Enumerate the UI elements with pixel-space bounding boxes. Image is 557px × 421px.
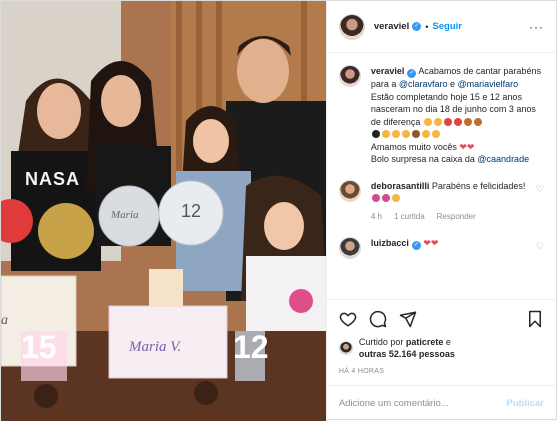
share-icon[interactable] (399, 310, 417, 328)
heart-emoji-icon: ❤❤ (423, 238, 439, 248)
cake-name: Maria V. (129, 339, 182, 355)
author-username[interactable]: veraviel (374, 21, 409, 32)
emoji-icon (391, 130, 400, 138)
more-icon[interactable]: ··· (529, 20, 544, 34)
emoji-icon (411, 130, 420, 138)
action-icons (339, 308, 544, 330)
candle-12: 12 (233, 329, 269, 365)
commenter-avatar[interactable] (338, 179, 361, 202)
cake-emoji-icon (473, 117, 482, 126)
comment-username[interactable]: deborasantilli (371, 181, 430, 191)
caption-text-4: Amamos muito vocês (370, 141, 457, 152)
cake-emoji-icon (463, 117, 472, 126)
follow-button[interactable]: Seguir (432, 21, 462, 32)
emoji-icon (401, 130, 410, 138)
emoji-icon (423, 117, 432, 126)
comments-section[interactable]: veraviel ✓ Acabamos de cantar parabéns pa… (327, 53, 556, 299)
flower-emoji-icon (371, 194, 380, 202)
mention-mariavielfaro[interactable]: @mariavielfaro (458, 79, 519, 89)
post-sidebar: veraviel ✓ • Seguir ··· veraviel ✓ Acabam… (325, 1, 556, 421)
post-actions: Curtido por paticrete e outras 52.164 pe… (326, 299, 556, 385)
comment-input[interactable] (338, 398, 507, 409)
comment-username[interactable]: luizbacci (371, 238, 409, 248)
liker-avatar[interactable] (338, 341, 353, 355)
caption-avatar[interactable] (338, 65, 361, 87)
instagram-post: NASA Maria 12 a Maria V. 15 12 veraviel … (0, 0, 557, 421)
verified-icon: ✓ (407, 69, 417, 78)
header-separator: • (425, 21, 429, 32)
caption-text-5: Bolo surpresa na caixa da (370, 154, 478, 164)
balloon-name: Maria (111, 209, 139, 221)
flower-emoji-icon (381, 194, 390, 202)
comment-body: deborasantilli Parabéns e felicidades! 4… (371, 180, 530, 224)
comment-row: deborasantilli Parabéns e felicidades! 4… (338, 179, 544, 224)
emoji-icon (371, 130, 380, 138)
candle-15: 15 (21, 329, 57, 365)
mention-claravfaro[interactable]: @claravfaro (399, 79, 448, 89)
balloon-number: 12 (181, 201, 202, 221)
comment-text: Parabéns e felicidades! (431, 180, 526, 191)
comment-body: luizbacci ✓ ❤❤ (371, 237, 530, 250)
liker-username[interactable]: paticrete (406, 337, 444, 347)
comment-meta: 4 h 1 curtida Responder (371, 211, 530, 224)
likes-count[interactable]: outras 52.164 pessoas (359, 349, 455, 359)
bookmark-icon[interactable] (526, 310, 544, 328)
likes-summary: Curtido por paticrete e outras 52.164 pe… (338, 336, 544, 360)
post-header: veraviel ✓ • Seguir ··· (326, 1, 556, 53)
heart-icon[interactable] (339, 310, 357, 328)
add-comment-bar: Publicar (326, 385, 556, 421)
verified-icon: ✓ (412, 22, 422, 31)
mention-caandrade[interactable]: @caandrade (477, 154, 529, 164)
heart-emoji-icon: ❤❤ (459, 141, 475, 152)
caption-username[interactable]: veraviel (371, 66, 405, 76)
likes-text: Curtido por paticrete e outras 52.164 pe… (359, 336, 455, 360)
shirt-text: NASA (25, 169, 81, 189)
commenter-avatar[interactable] (338, 237, 361, 259)
emoji-icon (431, 130, 440, 138)
comment-icon[interactable] (369, 310, 387, 328)
emoji-icon (391, 194, 400, 202)
comment-likes[interactable]: 1 curtida (394, 211, 425, 224)
comment-row: luizbacci ✓ ❤❤ ♡ (338, 237, 544, 259)
emoji-icon (381, 130, 390, 138)
emoji-icon (421, 130, 430, 138)
post-photo[interactable]: NASA Maria 12 a Maria V. 15 12 (1, 1, 326, 421)
balloon-emoji-icon (453, 117, 462, 126)
caption-row: veraviel ✓ Acabamos de cantar parabéns pa… (338, 65, 544, 166)
likes-prefix: Curtido por (358, 337, 406, 347)
like-comment-heart-icon[interactable]: ♡ (536, 241, 544, 252)
verified-icon: ✓ (411, 241, 421, 250)
author-avatar[interactable] (338, 13, 365, 40)
likes-middle: e (443, 337, 451, 347)
publish-button[interactable]: Publicar (507, 398, 545, 409)
box-text: a (1, 313, 8, 328)
like-comment-heart-icon[interactable]: ♡ (536, 184, 544, 195)
emoji-icon (433, 117, 442, 126)
comment-time[interactable]: 4 h (371, 211, 382, 224)
reply-button[interactable]: Responder (437, 211, 476, 224)
post-timestamp[interactable]: HÁ 4 HORAS (339, 368, 544, 375)
caption-body: veraviel ✓ Acabamos de cantar parabéns pa… (371, 65, 544, 166)
caption-text-2: e (447, 79, 458, 89)
balloon-emoji-icon (443, 117, 452, 126)
